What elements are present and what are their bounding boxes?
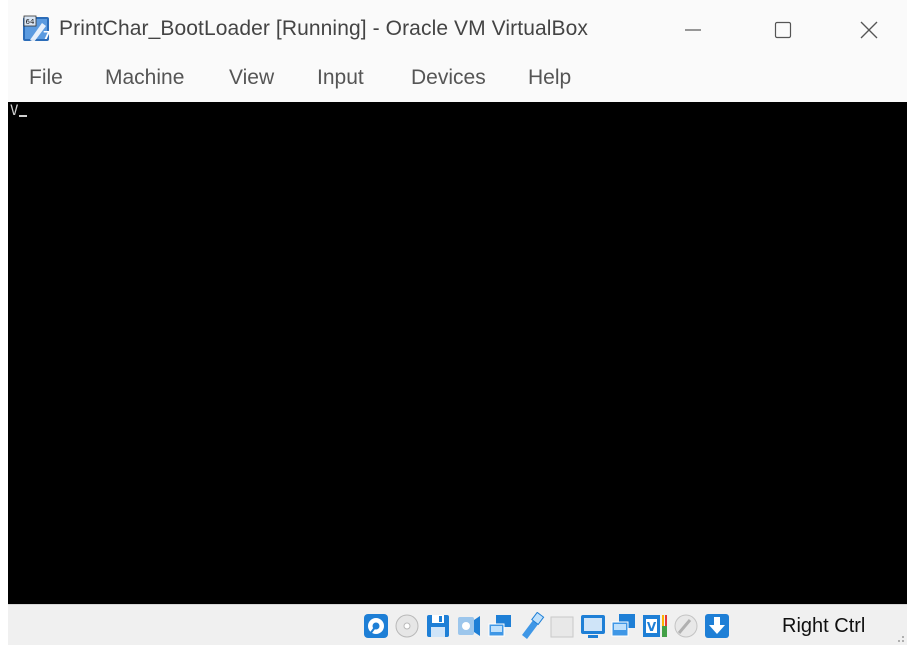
hard-disk-icon[interactable]	[362, 612, 390, 640]
vm-console-output: V	[10, 103, 28, 119]
display-icon[interactable]	[579, 612, 607, 640]
mouse-integration-icon[interactable]	[672, 612, 700, 640]
vm-output-text: V	[10, 103, 19, 119]
title-bar[interactable]: 64 7 PrintChar_BootLoader [Running] - Or…	[8, 0, 907, 58]
status-indicators: V	[362, 611, 731, 641]
network-icon[interactable]	[486, 612, 514, 640]
usb-icon[interactable]	[517, 612, 545, 640]
minimize-button[interactable]	[670, 8, 716, 52]
recording-icon[interactable]	[610, 612, 638, 640]
audio-icon[interactable]	[455, 612, 483, 640]
svg-text:V: V	[647, 620, 657, 634]
close-icon	[860, 21, 878, 39]
vt-x-icon[interactable]: V	[641, 612, 669, 640]
window-title: PrintChar_BootLoader [Running] - Oracle …	[59, 17, 589, 40]
maximize-button[interactable]	[760, 8, 806, 52]
menu-bar: File Machine View Input Devices Help	[8, 58, 907, 102]
menu-help[interactable]: Help	[528, 66, 571, 90]
maximize-icon	[774, 21, 792, 39]
svg-text:7: 7	[43, 29, 51, 42]
menu-view[interactable]: View	[229, 66, 274, 90]
optical-drive-icon[interactable]	[393, 612, 421, 640]
resize-grip-icon[interactable]	[895, 633, 905, 643]
shared-folders-icon[interactable]	[548, 612, 576, 640]
svg-text:64: 64	[26, 18, 35, 26]
host-key-label: Right Ctrl	[782, 615, 866, 637]
menu-machine[interactable]: Machine	[105, 66, 184, 90]
menu-file[interactable]: File	[29, 66, 63, 90]
menu-devices[interactable]: Devices	[411, 66, 486, 90]
host-key-icon[interactable]	[703, 612, 731, 640]
minimize-icon	[685, 29, 701, 31]
vm-display[interactable]: V	[8, 102, 907, 604]
virtualbox-window: 64 7 PrintChar_BootLoader [Running] - Or…	[8, 0, 907, 645]
status-bar: V Right Ctrl	[8, 604, 907, 645]
menu-input[interactable]: Input	[317, 66, 364, 90]
close-button[interactable]	[846, 8, 892, 52]
floppy-icon[interactable]	[424, 612, 452, 640]
virtualbox-app-icon: 64 7	[23, 15, 51, 42]
text-cursor	[19, 115, 28, 117]
